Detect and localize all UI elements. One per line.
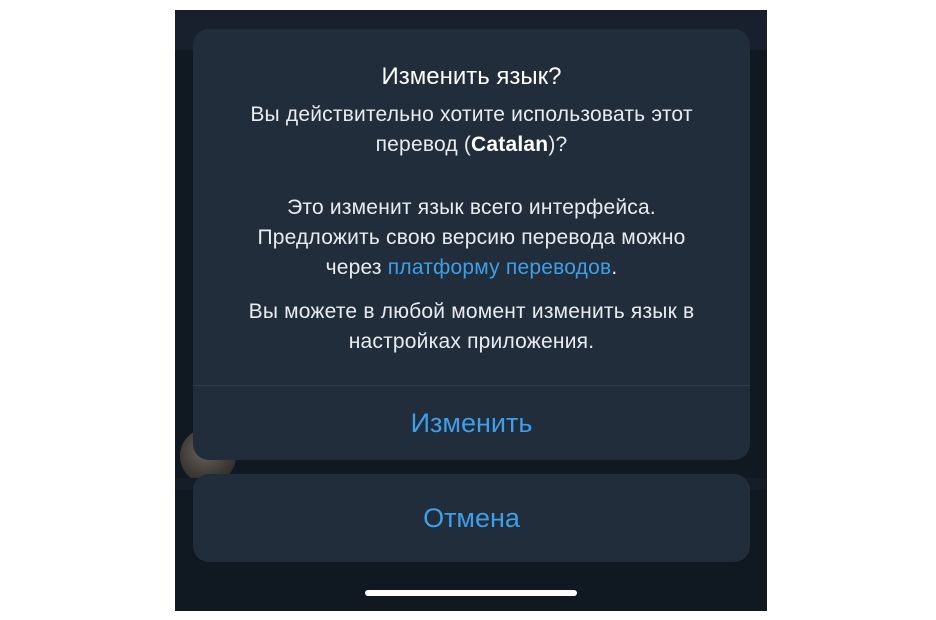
message-text: перевод ( (375, 133, 472, 156)
phone-screen: Изменить язык? Вы действительно хотите и… (175, 10, 767, 611)
message-text: )? (548, 133, 568, 156)
message-line: Вы можете в любой момент изменить язык в (248, 300, 695, 323)
message-line: Предложить свою версию перевода можно (257, 226, 686, 249)
dialog-message-confirm: Вы действительно хотите использовать это… (209, 100, 734, 160)
translation-platform-link[interactable]: платформу переводов (388, 256, 612, 279)
dialog-title: Изменить язык? (381, 63, 562, 90)
cancel-button[interactable]: Отмена (193, 474, 750, 562)
home-indicator[interactable] (365, 590, 577, 596)
change-language-dialog: Изменить язык? Вы действительно хотите и… (193, 29, 750, 460)
dialog-message-info: Это изменит язык всего интерфейса. Предл… (209, 193, 734, 283)
language-name: Catalan (471, 133, 549, 156)
message-line: настройках приложения. (348, 330, 595, 353)
change-button[interactable]: Изменить (193, 386, 750, 460)
message-line: Это изменит язык всего интерфейса. (287, 196, 656, 219)
message-text: через (325, 256, 388, 279)
dialog-message-settings: Вы можете в любой момент изменить язык в… (209, 297, 734, 357)
message-line: Вы действительно хотите использовать это… (250, 103, 693, 126)
message-text: . (611, 256, 618, 279)
